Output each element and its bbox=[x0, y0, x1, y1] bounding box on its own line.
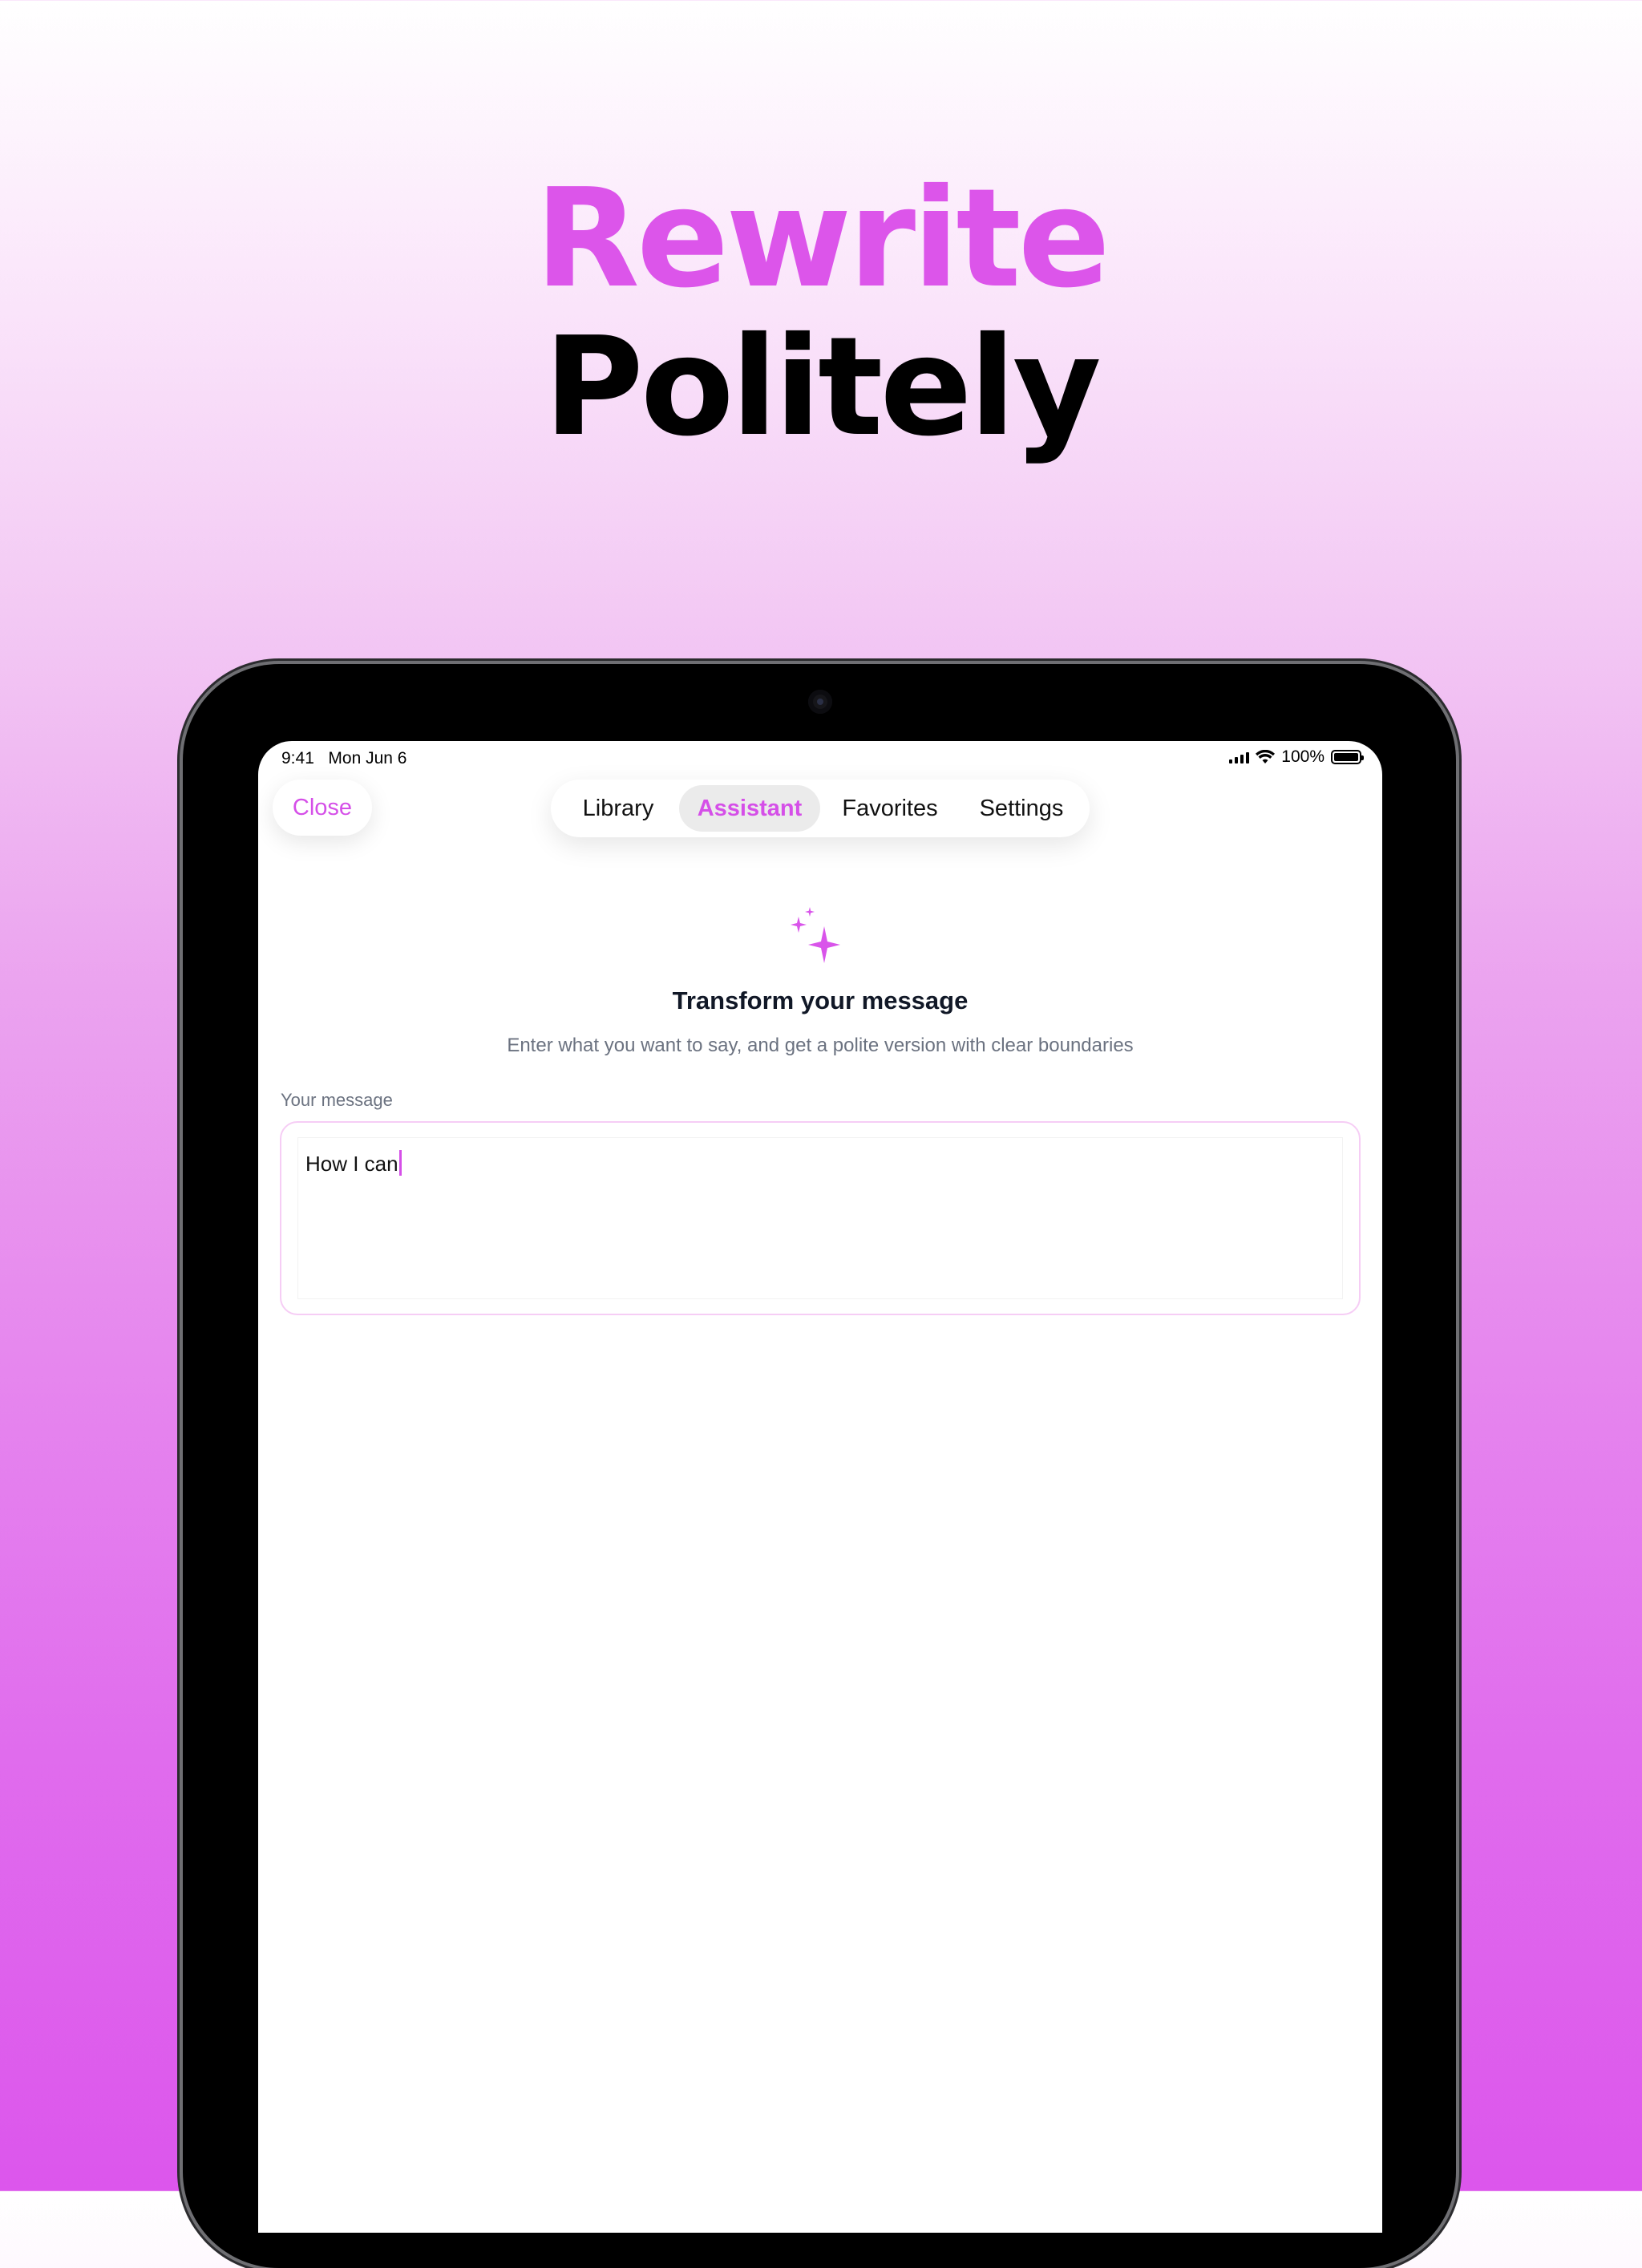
device-volume-down bbox=[1455, 890, 1462, 966]
battery-percent: 100% bbox=[1281, 747, 1325, 766]
sparkles-icon bbox=[791, 907, 840, 963]
tab-assistant[interactable]: Assistant bbox=[679, 785, 820, 832]
message-text: How I can bbox=[305, 1152, 398, 1176]
wifi-icon bbox=[1256, 750, 1276, 763]
status-bar: 9:41 Mon Jun 6 100% bbox=[258, 741, 1382, 776]
headline-rewrite: Rewrite bbox=[535, 160, 1110, 318]
segmented-tab-bar: Library Assistant Favorites Settings bbox=[551, 780, 1090, 837]
message-field-container: How I can bbox=[280, 1121, 1361, 1315]
tab-settings[interactable]: Settings bbox=[960, 785, 1083, 832]
battery-icon bbox=[1331, 750, 1364, 764]
device-volume-up bbox=[1455, 802, 1462, 877]
assistant-subtitle: Enter what you want to say, and get a po… bbox=[507, 1035, 1134, 1056]
close-button[interactable]: Close bbox=[273, 780, 372, 836]
cellular-signal-icon bbox=[1229, 751, 1250, 763]
status-time: 9:41 bbox=[281, 749, 314, 767]
assistant-title: Transform your message bbox=[672, 986, 969, 1015]
headline-politely: Politely bbox=[544, 308, 1102, 467]
status-date: Mon Jun 6 bbox=[328, 749, 407, 767]
message-field-label: Your message bbox=[281, 1090, 393, 1110]
front-camera bbox=[808, 690, 832, 714]
tab-library[interactable]: Library bbox=[557, 785, 679, 832]
text-cursor bbox=[398, 1150, 402, 1176]
app-screen: 9:41 Mon Jun 6 100% Close Library Assist… bbox=[258, 741, 1382, 2233]
tab-favorites[interactable]: Favorites bbox=[820, 785, 960, 832]
message-textarea[interactable]: How I can bbox=[297, 1137, 1343, 1299]
